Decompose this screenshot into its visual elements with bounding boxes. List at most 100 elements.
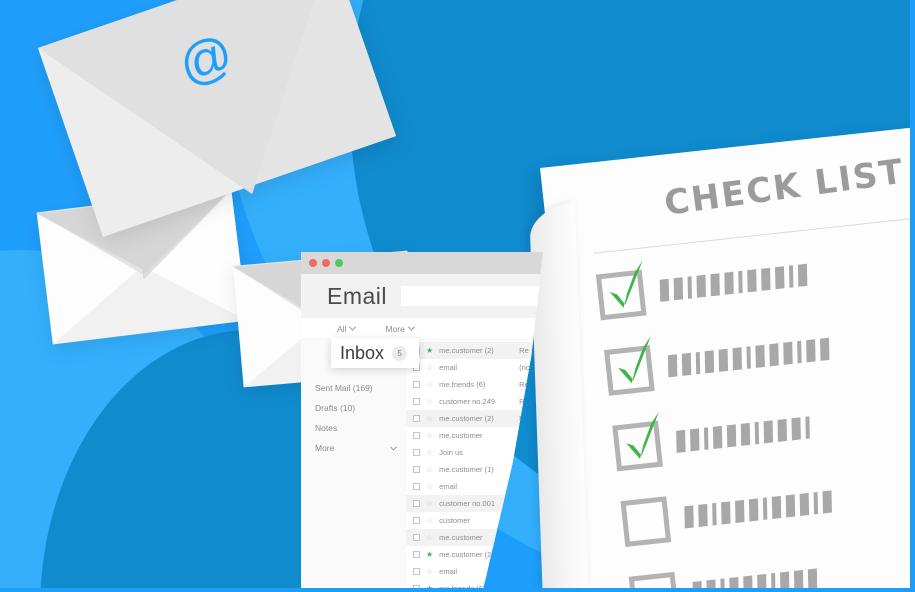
checklist-item-text-placeholder	[659, 263, 809, 302]
sidebar-item-3[interactable]: More	[301, 438, 406, 458]
text-dash	[712, 502, 717, 526]
text-dash	[687, 276, 693, 299]
filter-more-dropdown[interactable]: More	[385, 324, 415, 334]
text-dash	[704, 350, 715, 374]
app-title: Email	[327, 282, 388, 309]
star-outline-icon[interactable]: ☆	[426, 448, 433, 457]
message-sender: email	[439, 482, 458, 491]
text-dash	[755, 344, 765, 368]
text-dash	[712, 425, 723, 449]
folders-sidebar: Inbox 5 Sent Mail (169) Drafts (10) Notes M…	[301, 338, 419, 592]
text-dash	[659, 278, 670, 302]
star-outline-icon[interactable]: ☆	[426, 397, 433, 406]
text-dash	[718, 348, 729, 372]
checkbox-unchecked[interactable]	[620, 496, 672, 547]
star-filled-icon[interactable]: ★	[426, 346, 433, 355]
message-sender: me.customer	[439, 533, 483, 542]
star-outline-icon[interactable]: ☆	[426, 465, 433, 474]
text-dash	[748, 498, 759, 522]
chevron-down-icon	[389, 443, 398, 451]
message-checkbox[interactable]	[413, 483, 420, 490]
message-sender: me.customer (2)	[439, 414, 494, 423]
checklist-row[interactable]	[628, 557, 820, 592]
chevron-down-icon	[349, 323, 357, 331]
star-outline-icon[interactable]: ☆	[426, 516, 433, 525]
text-dash	[746, 346, 751, 369]
text-dash	[724, 271, 734, 295]
close-window-button[interactable]	[309, 259, 317, 267]
bottom-edge-strip	[0, 588, 915, 592]
check-mark-icon	[626, 411, 660, 459]
star-outline-icon[interactable]: ☆	[426, 482, 433, 491]
star-outline-icon[interactable]: ☆	[426, 567, 433, 576]
star-outline-icon[interactable]: ☆	[426, 499, 433, 508]
message-checkbox[interactable]	[413, 534, 420, 541]
checklist-row[interactable]	[595, 252, 810, 321]
text-dash	[806, 339, 816, 363]
text-dash	[788, 265, 794, 288]
message-checkbox[interactable]	[413, 432, 420, 439]
inbox-unread-badge: 5	[392, 345, 408, 361]
checklist-item-text-placeholder	[683, 490, 833, 529]
sidebar-item-1[interactable]: Drafts (10)	[301, 398, 406, 418]
message-checkbox[interactable]	[413, 568, 420, 575]
message-checkbox[interactable]	[413, 466, 420, 473]
illustration-stage: @ CHECK LIST Email All More Inbox 5 Sent…	[0, 0, 915, 592]
text-dash	[813, 491, 819, 515]
message-checkbox[interactable]	[413, 415, 420, 422]
message-sender: me.friends (6)	[439, 380, 486, 389]
message-checkbox[interactable]	[413, 517, 420, 524]
text-dash	[738, 270, 743, 294]
checklist-row[interactable]	[604, 326, 832, 396]
maximize-window-button[interactable]	[335, 259, 343, 267]
text-dash	[769, 343, 779, 367]
checklist-row[interactable]	[612, 405, 812, 472]
text-dash	[799, 492, 810, 516]
checkbox-checked[interactable]	[604, 336, 655, 396]
message-sender: me.customer (2)	[439, 346, 494, 355]
text-dash	[763, 420, 774, 444]
message-sender: me.customer	[439, 431, 483, 440]
star-outline-icon[interactable]: ☆	[426, 414, 433, 423]
star-outline-icon[interactable]: ☆	[426, 533, 433, 542]
checklist-item-text-placeholder	[667, 337, 830, 378]
text-dash	[721, 501, 731, 525]
star-filled-icon[interactable]: ★	[426, 550, 433, 559]
text-dash	[703, 427, 709, 450]
checklist-paper: CHECK LIST	[540, 121, 915, 592]
message-checkbox[interactable]	[413, 381, 420, 388]
text-dash	[676, 429, 686, 453]
text-dash	[695, 351, 701, 375]
text-dash	[732, 347, 742, 371]
message-sender: Join us	[439, 448, 463, 457]
text-dash	[681, 352, 692, 376]
text-dash	[797, 263, 808, 287]
star-outline-icon[interactable]: ☆	[426, 431, 433, 440]
checkbox-checked[interactable]	[595, 260, 647, 321]
sidebar-item-label: Sent Mail (169)	[315, 383, 373, 393]
sidebar-item-2[interactable]: Notes	[301, 418, 406, 438]
sidebar-item-inbox[interactable]: Inbox 5	[331, 338, 419, 368]
text-dash	[822, 490, 832, 514]
minimize-window-button[interactable]	[322, 259, 330, 267]
message-checkbox[interactable]	[413, 500, 420, 507]
text-dash	[698, 503, 708, 527]
text-dash	[805, 416, 810, 439]
filter-all-dropdown[interactable]: All	[337, 323, 357, 334]
sidebar-item-list: Sent Mail (169) Drafts (10) Notes More	[301, 378, 406, 458]
filter-all-label: All	[337, 323, 347, 334]
message-checkbox[interactable]	[413, 398, 420, 405]
sidebar-item-0[interactable]: Sent Mail (169)	[301, 378, 406, 398]
checkbox-checked[interactable]	[612, 411, 663, 472]
checklist-row[interactable]	[620, 479, 834, 547]
sidebar-item-label: More	[315, 443, 335, 453]
text-dash	[754, 421, 760, 445]
message-sender: me.customer (1)	[439, 465, 494, 474]
star-outline-icon[interactable]: ☆	[426, 363, 433, 372]
text-dash	[710, 273, 720, 297]
message-checkbox[interactable]	[413, 449, 420, 456]
message-checkbox[interactable]	[413, 551, 420, 558]
text-dash	[667, 354, 678, 378]
right-edge-strip	[910, 0, 915, 592]
star-outline-icon[interactable]: ☆	[426, 380, 433, 389]
